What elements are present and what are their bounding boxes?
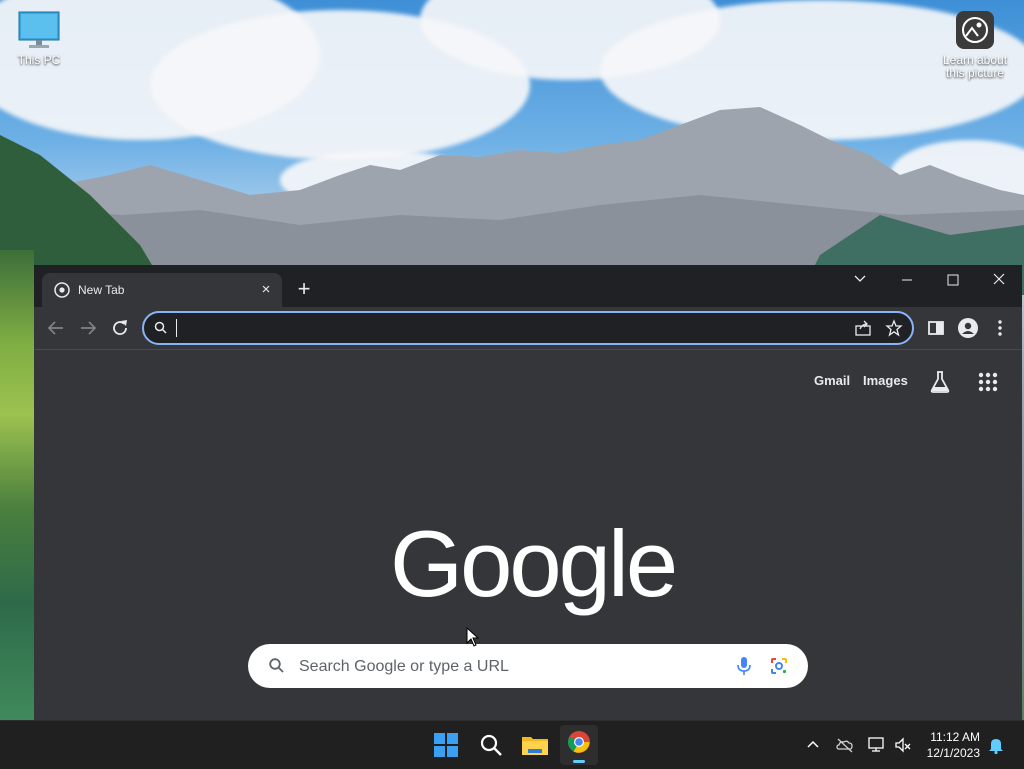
side-panel-icon[interactable] [924, 316, 948, 340]
apps-grid-icon[interactable] [977, 371, 999, 393]
text-caret [176, 319, 177, 337]
file-explorer-icon[interactable] [519, 729, 551, 761]
learn-about-picture-label: Learn about this picture [942, 53, 1008, 80]
google-logo: Google [390, 511, 678, 616]
title-bar: New Tab × + [34, 265, 1022, 307]
bookmark-star-icon[interactable] [885, 319, 903, 337]
chrome-taskbar-button[interactable] [560, 725, 598, 765]
search-icon [269, 658, 284, 673]
address-bar[interactable] [142, 311, 914, 345]
chrome-favicon-icon [54, 282, 70, 298]
chrome-icon [568, 731, 590, 753]
notification-bell-icon[interactable] [986, 735, 1006, 755]
windows-start-icon[interactable] [430, 729, 462, 761]
search-icon [154, 321, 167, 334]
tab-new-tab[interactable]: New Tab × [42, 273, 282, 307]
profile-avatar-icon[interactable] [956, 316, 980, 340]
ntp-search-box[interactable]: Search Google or type a URL [248, 644, 808, 688]
close-window-icon[interactable] [976, 265, 1022, 295]
this-pc-label: This PC [17, 53, 61, 67]
minimize-icon[interactable] [884, 265, 930, 295]
back-icon[interactable] [44, 316, 68, 340]
toolbar-divider [34, 349, 1022, 350]
active-app-indicator [573, 760, 585, 763]
volume-muted-icon[interactable] [893, 735, 913, 755]
chrome-window: New Tab × + Gmail Images Google Search G… [34, 265, 1022, 720]
taskbar-search-icon[interactable] [475, 729, 507, 761]
onedrive-offline-icon[interactable] [835, 735, 855, 755]
monitor-icon [18, 11, 60, 48]
system-clock[interactable]: 11:12 AM 12/1/2023 [918, 729, 980, 761]
learn-about-picture-desktop-icon[interactable]: Learn about this picture [940, 10, 1010, 80]
toolbar [34, 307, 1022, 349]
network-icon[interactable] [867, 735, 887, 755]
tab-close-icon[interactable]: × [256, 280, 276, 300]
show-hidden-icons-chevron-icon[interactable] [803, 735, 823, 755]
spotlight-camera-icon [956, 11, 994, 49]
mouse-cursor-icon [466, 627, 480, 647]
taskbar: 11:12 AM 12/1/2023 [0, 720, 1024, 769]
clock-time: 11:12 AM [930, 730, 980, 744]
lens-camera-icon[interactable] [770, 657, 788, 675]
this-pc-desktop-icon[interactable]: This PC [7, 10, 71, 67]
share-icon[interactable] [854, 319, 872, 337]
tab-title: New Tab [78, 283, 125, 297]
reload-icon[interactable] [108, 316, 132, 340]
new-tab-button[interactable]: + [291, 277, 317, 303]
voice-search-mic-icon[interactable] [736, 656, 752, 676]
tab-search-icon[interactable] [838, 265, 884, 295]
forward-icon[interactable] [76, 316, 100, 340]
gmail-link[interactable]: Gmail [814, 373, 850, 388]
labs-flask-icon[interactable] [929, 370, 951, 394]
menu-kebab-icon[interactable] [988, 316, 1012, 340]
tree-foliage [0, 250, 34, 720]
search-placeholder: Search Google or type a URL [299, 658, 509, 675]
images-link[interactable]: Images [863, 373, 908, 388]
clock-date: 12/1/2023 [926, 746, 980, 760]
maximize-icon[interactable] [930, 265, 976, 295]
